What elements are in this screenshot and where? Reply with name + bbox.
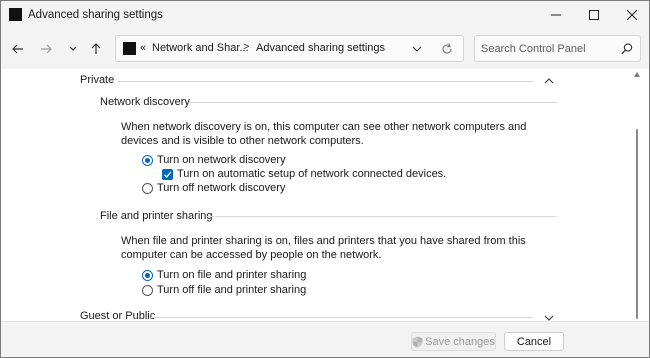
radio-selected-icon[interactable] (142, 154, 153, 166)
search-box[interactable] (474, 35, 641, 62)
expand-guest-public-button[interactable] (543, 312, 555, 321)
scroll-thumb[interactable] (636, 129, 638, 319)
network-discovery-description: When network discovery is on, this compu… (121, 121, 527, 147)
file-sharing-heading: File and printer sharing (100, 210, 213, 222)
window-title: Advanced sharing settings (28, 9, 163, 21)
chevron-down-icon (69, 46, 77, 51)
minimize-icon (551, 14, 561, 16)
radio-unselected-icon[interactable] (142, 284, 153, 296)
file-sharing-description: When file and printer sharing is on, fil… (121, 235, 526, 261)
arrow-right-icon (41, 44, 52, 54)
address-dropdown-button[interactable] (410, 42, 424, 56)
vertical-scrollbar[interactable] (632, 69, 642, 321)
refresh-icon (442, 43, 452, 54)
radio-file-sharing-on[interactable]: Turn on file and printer sharing (142, 268, 306, 282)
maximize-button[interactable] (575, 1, 613, 29)
maximize-icon (589, 10, 599, 20)
recent-locations-button[interactable] (62, 38, 84, 60)
section-header-guest-public[interactable]: Guest or Public (80, 310, 155, 321)
shield-icon (412, 336, 423, 347)
checkbox-label[interactable]: Turn on automatic setup of network conne… (177, 168, 446, 180)
search-icon[interactable] (620, 42, 634, 56)
chevron-down-icon (412, 46, 422, 52)
chevron-down-icon (544, 315, 554, 321)
forward-button[interactable] (35, 38, 57, 60)
settings-content: Private Network discovery When network d… (1, 69, 649, 321)
title-bar: Advanced sharing settings (1, 1, 649, 29)
divider (207, 216, 557, 217)
app-icon (9, 8, 22, 21)
save-changes-label[interactable]: Save changes (425, 336, 495, 348)
breadcrumb-network[interactable]: Network and Shar... (152, 42, 249, 54)
checkmark-icon (164, 171, 172, 178)
arrow-left-icon (12, 44, 23, 54)
divider (189, 102, 557, 103)
cancel-button[interactable]: Cancel (504, 332, 564, 351)
breadcrumb-current[interactable]: Advanced sharing settings (256, 42, 385, 54)
arrow-up-icon (91, 43, 101, 54)
radio-selected-icon[interactable] (142, 269, 153, 281)
close-icon (627, 10, 637, 20)
minimize-button[interactable] (537, 1, 575, 29)
radio-network-discovery-on[interactable]: Turn on network discovery (142, 153, 286, 167)
save-changes-button[interactable]: Save changes (411, 332, 496, 351)
up-button[interactable] (85, 38, 107, 60)
section-header-private[interactable]: Private (80, 74, 114, 86)
search-input[interactable] (481, 41, 619, 57)
breadcrumb-overflow[interactable]: « (140, 42, 146, 54)
window: Advanced sharing settings « Network and … (0, 0, 650, 358)
checkbox-checked-icon[interactable] (162, 168, 173, 180)
radio-label[interactable]: Turn off network discovery (157, 182, 285, 194)
back-button[interactable] (7, 38, 29, 60)
radio-file-sharing-off[interactable]: Turn off file and printer sharing (142, 283, 306, 297)
address-bar[interactable]: « Network and Shar... > Advanced sharing… (115, 35, 464, 62)
close-button[interactable] (613, 1, 649, 29)
collapse-private-button[interactable] (543, 75, 555, 87)
scroll-up-icon (634, 72, 640, 77)
refresh-button[interactable] (440, 42, 454, 56)
checkbox-auto-setup[interactable]: Turn on automatic setup of network conne… (162, 167, 446, 181)
breadcrumb-separator: > (243, 41, 250, 53)
divider (151, 317, 533, 318)
chevron-up-icon (544, 78, 554, 84)
network-discovery-heading: Network discovery (100, 96, 190, 108)
footer-bar: Save changes Cancel (1, 321, 649, 357)
radio-network-discovery-off[interactable]: Turn off network discovery (142, 181, 285, 195)
radio-label[interactable]: Turn on network discovery (157, 154, 286, 166)
divider (118, 81, 533, 82)
control-panel-icon (123, 42, 136, 55)
radio-unselected-icon[interactable] (142, 182, 153, 194)
radio-label[interactable]: Turn off file and printer sharing (157, 284, 306, 296)
radio-label[interactable]: Turn on file and printer sharing (157, 269, 306, 281)
navigation-bar: « Network and Shar... > Advanced sharing… (1, 29, 649, 69)
